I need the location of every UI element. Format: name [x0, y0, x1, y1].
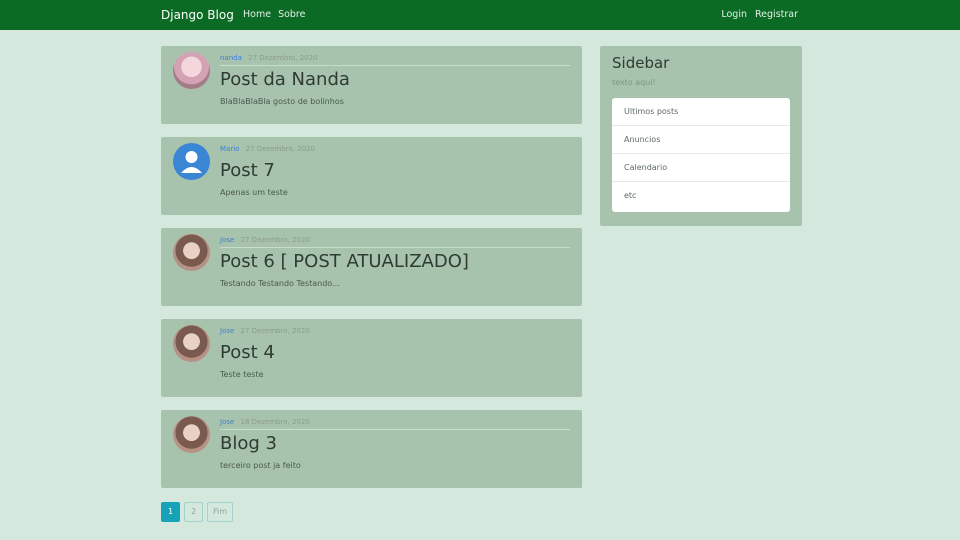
post-meta: Jose 27 Dezembro, 2020 — [220, 236, 310, 244]
post-date: 27 Dezembro, 2020 — [248, 54, 318, 62]
post-title-link[interactable]: Post 6 [ POST ATUALIZADO] — [220, 251, 469, 272]
nav-login-link[interactable]: Login — [721, 9, 747, 20]
post-title-link[interactable]: Post da Nanda — [220, 69, 350, 90]
nav-right-links: Login Registrar — [721, 9, 798, 20]
sidebar-text: texto aqui! — [612, 78, 656, 87]
post-author-link[interactable]: Jose — [220, 418, 234, 426]
post-author-link[interactable]: Jose — [220, 236, 234, 244]
page-1-button[interactable]: 1 — [161, 502, 180, 522]
divider — [220, 247, 570, 248]
page-2-button[interactable]: 2 — [184, 502, 203, 522]
nav-sobre-link[interactable]: Sobre — [278, 9, 305, 20]
post-date: 18 Dezembro, 2020 — [240, 418, 310, 426]
post-card: Jose 18 Dezembro, 2020 Blog 3 terceiro p… — [161, 410, 582, 488]
sidebar-title: Sidebar — [612, 54, 670, 72]
post-date: 27 Dezembro, 2020 — [240, 327, 310, 335]
nav-left-links: Home Sobre — [243, 9, 305, 20]
sidebar-item-ultimos-posts[interactable]: Ultimos posts — [612, 98, 790, 126]
post-card: nanda 27 Dezembro, 2020 Post da Nanda Bl… — [161, 46, 582, 124]
post-excerpt: Testando Testando Testando... — [220, 279, 340, 288]
post-meta: nanda 27 Dezembro, 2020 — [220, 54, 317, 62]
nav-registrar-link[interactable]: Registrar — [755, 9, 798, 20]
post-meta: Jose 27 Dezembro, 2020 — [220, 327, 310, 335]
sidebar-item-etc[interactable]: etc — [612, 182, 790, 210]
navbar: Django Blog Home Sobre Login Registrar — [0, 0, 960, 30]
brown-hair-avatar-icon — [173, 234, 210, 271]
divider — [220, 65, 570, 66]
pagination: 1 2 Fim — [161, 502, 234, 522]
post-date: 27 Dezembro, 2020 — [240, 236, 310, 244]
post-date: 27 Dezembro, 2020 — [245, 145, 316, 153]
post-excerpt: Apenas um teste — [220, 188, 288, 197]
post-title-link[interactable]: Post 7 — [220, 160, 275, 181]
brown-hair-avatar-icon — [173, 416, 210, 453]
post-author-link[interactable]: nanda — [220, 54, 242, 62]
brand-link[interactable]: Django Blog — [161, 8, 234, 22]
post-card: Jose 27 Dezembro, 2020 Post 4 Teste test… — [161, 319, 582, 397]
post-excerpt: BlaBlaBlaBla gosto de bolinhos — [220, 97, 344, 106]
post-excerpt: terceiro post ja feito — [220, 461, 301, 470]
post-author-link[interactable]: Mario — [220, 145, 239, 153]
post-title-link[interactable]: Blog 3 — [220, 433, 277, 454]
sidebar-item-anuncios[interactable]: Anuncios — [612, 126, 790, 154]
post-excerpt: Teste teste — [220, 370, 264, 379]
post-title-link[interactable]: Post 4 — [220, 342, 275, 363]
default-user-avatar-icon — [173, 143, 210, 180]
post-card: Jose 27 Dezembro, 2020 Post 6 [ POST ATU… — [161, 228, 582, 306]
brown-hair-avatar-icon — [173, 325, 210, 362]
post-card: Mario 27 Dezembro, 2020 Post 7 Apenas um… — [161, 137, 582, 215]
page-last-button[interactable]: Fim — [207, 502, 234, 522]
post-author-link[interactable]: Jose — [220, 327, 234, 335]
divider — [220, 429, 570, 430]
anime-avatar-icon — [173, 52, 210, 89]
nav-home-link[interactable]: Home — [243, 9, 271, 20]
sidebar-list: Ultimos posts Anuncios Calendario etc — [612, 98, 790, 212]
sidebar: Sidebar texto aqui! Ultimos posts Anunci… — [600, 46, 802, 226]
sidebar-item-calendario[interactable]: Calendario — [612, 154, 790, 182]
post-meta: Jose 18 Dezembro, 2020 — [220, 418, 310, 426]
post-meta: Mario 27 Dezembro, 2020 — [220, 145, 315, 153]
